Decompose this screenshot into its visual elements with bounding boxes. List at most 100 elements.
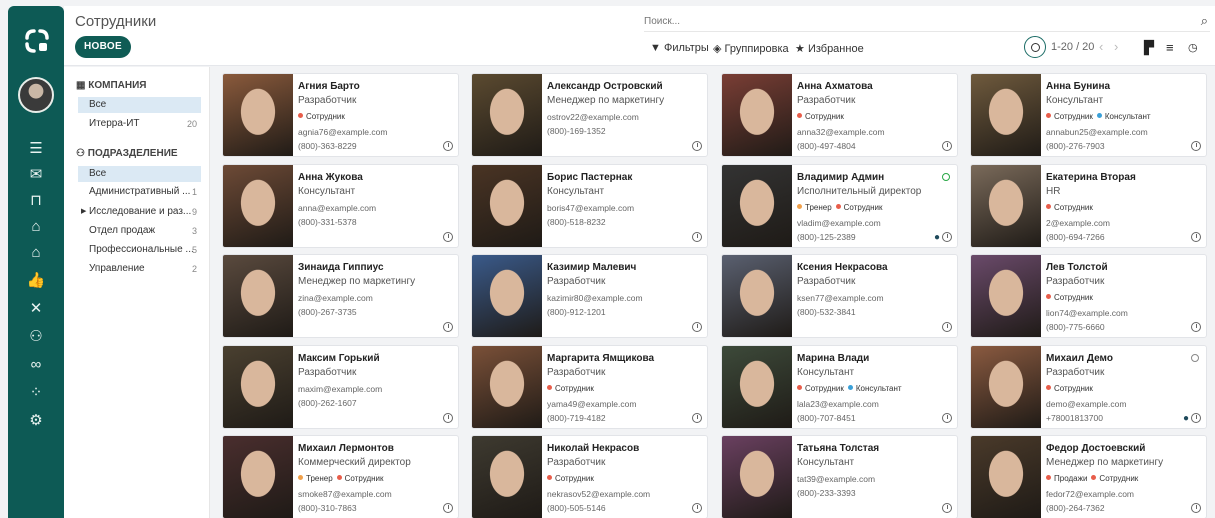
pager-indicator[interactable] (1024, 36, 1046, 58)
activity-view-icon[interactable]: ◷ (1188, 41, 1198, 54)
filters-button[interactable]: ▼ Фильтры (650, 42, 709, 54)
employee-phone[interactable]: (800)-267-3735 (298, 307, 357, 317)
activity-clock-icon[interactable] (1191, 232, 1201, 242)
lock-icon[interactable]: ⊓ (25, 190, 47, 212)
employee-email[interactable]: nekrasov52@example.com (547, 489, 650, 499)
employee-card[interactable]: Михаил Демо Разработчик Сотрудник demo@exam… (970, 345, 1207, 429)
employee-phone[interactable]: (800)-276-7903 (1046, 141, 1105, 151)
employee-email[interactable]: anna@example.com (298, 203, 376, 213)
employee-phone[interactable]: (800)-505-5146 (547, 503, 606, 513)
employee-card[interactable]: Николай Некрасов Разработчик Сотрудник nekr… (471, 435, 708, 518)
activity-clock-icon[interactable] (1191, 141, 1201, 151)
company-item[interactable]: Итерра-ИТ 20 (78, 116, 201, 132)
employee-card[interactable]: Федор Достоевский Менеджер по маркетингу П… (970, 435, 1207, 518)
chat-icon[interactable]: ● (934, 232, 940, 243)
employee-phone[interactable]: (800)-719-4182 (547, 413, 606, 423)
employee-phone[interactable]: (800)-532-3841 (797, 307, 856, 317)
employee-email[interactable]: kazimir80@example.com (547, 293, 643, 303)
tools-icon[interactable]: ✕ (25, 298, 47, 320)
discuss-icon[interactable]: ☰ (25, 138, 47, 160)
favorites-button[interactable]: ★ Избранное (795, 42, 864, 55)
employee-phone[interactable]: (800)-912-1201 (547, 307, 606, 317)
employee-email[interactable]: ostrov22@example.com (547, 112, 639, 122)
activity-clock-icon[interactable] (942, 503, 952, 513)
activity-clock-icon[interactable] (443, 503, 453, 513)
team-icon[interactable]: ⚇ (25, 326, 47, 348)
employee-phone[interactable]: (800)-694-7266 (1046, 232, 1105, 242)
employee-email[interactable]: agnia76@example.com (298, 127, 387, 137)
employee-card[interactable]: Екатерина Вторая HR Сотрудник 2@example.com… (970, 164, 1207, 248)
employee-card[interactable]: Зинаида Гиппиус Менеджер по маркетингу zin… (222, 254, 459, 338)
kanban-view-icon[interactable]: ▛ (1144, 40, 1154, 56)
employee-card[interactable]: Татьяна Толстая Консультант tat39@example.… (721, 435, 958, 518)
employee-phone[interactable]: (800)-169-1352 (547, 126, 606, 136)
pager-prev-icon[interactable]: ‹ (1099, 39, 1103, 54)
pager-value[interactable]: 1-20 / 20 (1051, 41, 1094, 53)
activity-clock-icon[interactable] (692, 413, 702, 423)
activity-clock-icon[interactable] (942, 413, 952, 423)
activity-clock-icon[interactable] (443, 232, 453, 242)
employee-email[interactable]: vladim@example.com (797, 218, 881, 228)
employee-email[interactable]: lala23@example.com (797, 399, 879, 409)
department-item[interactable]: Отдел продаж 3 (78, 223, 201, 239)
department-item[interactable]: Профессиональные ... 5 (78, 242, 201, 258)
mail-icon[interactable]: ✉ (25, 164, 47, 186)
building-icon[interactable]: ⌂ (25, 242, 47, 264)
employee-card[interactable]: Казимир Малевич Разработчик kazimir80@exam… (471, 254, 708, 338)
employee-email[interactable]: maxim@example.com (298, 384, 382, 394)
activity-clock-icon[interactable] (443, 141, 453, 151)
company-item[interactable]: Все (78, 97, 201, 113)
employee-phone[interactable]: (800)-310-7863 (298, 503, 357, 513)
activity-clock-icon[interactable] (1191, 413, 1201, 423)
employee-email[interactable]: yama49@example.com (547, 399, 636, 409)
employee-card[interactable]: Александр Островский Менеджер по маркетин… (471, 73, 708, 157)
activity-clock-icon[interactable] (692, 232, 702, 242)
app-logo-icon[interactable] (24, 28, 50, 54)
employee-email[interactable]: tat39@example.com (797, 474, 875, 484)
thumbs-up-icon[interactable]: 👍 (25, 270, 47, 292)
group-by-button[interactable]: ◈ Группировка (713, 42, 789, 55)
department-item[interactable]: ▶ Исследование и раз... 9 (78, 204, 201, 220)
pager-next-icon[interactable]: › (1114, 39, 1118, 54)
list-view-icon[interactable]: ≡ (1166, 40, 1174, 55)
search-input[interactable] (644, 11, 1184, 31)
home-icon[interactable]: ⌂ (25, 216, 47, 238)
employee-phone[interactable]: (800)-518-8232 (547, 217, 606, 227)
employee-email[interactable]: boris47@example.com (547, 203, 634, 213)
activity-clock-icon[interactable] (692, 322, 702, 332)
link-icon[interactable]: ∞ (25, 354, 47, 376)
caret-right-icon[interactable]: ▶ (81, 204, 86, 220)
employee-card[interactable]: Анна Жукова Консультант anna@example.com (8… (222, 164, 459, 248)
chat-icon[interactable]: ● (1183, 413, 1189, 424)
employee-phone[interactable]: (800)-331-5378 (298, 217, 357, 227)
employee-phone[interactable]: (800)-363-8229 (298, 141, 357, 151)
employee-email[interactable]: annabun25@example.com (1046, 127, 1148, 137)
employee-phone[interactable]: (800)-775-6660 (1046, 322, 1105, 332)
employee-phone[interactable]: (800)-262-1607 (298, 398, 357, 408)
activity-clock-icon[interactable] (1191, 503, 1201, 513)
employee-card[interactable]: Владимир Админ Исполнительный директор Тре… (721, 164, 958, 248)
employee-card[interactable]: Марина Влади Консультант Сотрудник Консульт… (721, 345, 958, 429)
department-item[interactable]: Административный ... 1 (78, 184, 201, 200)
employee-card[interactable]: Анна Бунина Консультант Сотрудник Консульта… (970, 73, 1207, 157)
employee-phone[interactable]: (800)-125-2389 (797, 232, 856, 242)
employee-email[interactable]: demo@example.com (1046, 399, 1126, 409)
employee-email[interactable]: ksen77@example.com (797, 293, 884, 303)
apps-icon[interactable]: ⁘ (25, 382, 47, 404)
activity-clock-icon[interactable] (692, 503, 702, 513)
employee-phone[interactable]: (800)-233-3393 (797, 488, 856, 498)
activity-clock-icon[interactable] (443, 413, 453, 423)
employee-email[interactable]: fedor72@example.com (1046, 489, 1134, 499)
activity-clock-icon[interactable] (692, 141, 702, 151)
employee-phone[interactable]: (800)-497-4804 (797, 141, 856, 151)
employee-email[interactable]: anna32@example.com (797, 127, 885, 137)
employee-phone[interactable]: (800)-707-8451 (797, 413, 856, 423)
activity-clock-icon[interactable] (942, 322, 952, 332)
employee-card[interactable]: Максим Горький Разработчик maxim@example.c… (222, 345, 459, 429)
activity-clock-icon[interactable] (443, 322, 453, 332)
employee-card[interactable]: Лев Толстой Разработчик Сотрудник lion74@ex… (970, 254, 1207, 338)
employee-card[interactable]: Борис Пастернак Консультант boris47@exampl… (471, 164, 708, 248)
settings-icon[interactable]: ⚙ (25, 410, 47, 432)
activity-clock-icon[interactable] (942, 141, 952, 151)
new-button[interactable]: НОВОЕ (75, 36, 131, 58)
